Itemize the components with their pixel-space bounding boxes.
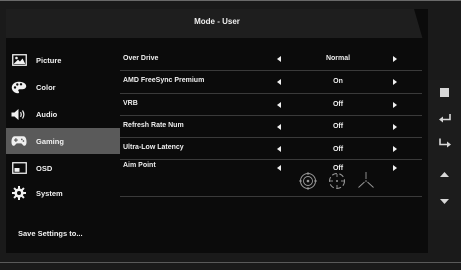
save-settings-button[interactable]: Save Settings to... [18, 229, 83, 238]
up-arrow-icon[interactable] [428, 164, 461, 184]
left-arrow-icon[interactable] [277, 124, 281, 130]
sidebar-item-gaming[interactable]: Gaming [6, 128, 120, 154]
setting-value: Normal [325, 55, 351, 62]
sidebar-item-label: System [36, 188, 63, 198]
setting-row-vrb[interactable]: VRB Off [123, 94, 423, 116]
setting-label: Ultra-Low Latency [123, 144, 184, 151]
left-arrow-icon[interactable] [277, 102, 281, 108]
setting-value: Off [332, 101, 344, 108]
setting-label: Refresh Rate Num [123, 122, 184, 129]
aim-point-styles [298, 171, 388, 191]
left-arrow-icon[interactable] [277, 146, 281, 152]
setting-value: Off [332, 123, 344, 130]
gamepad-icon [11, 134, 27, 148]
top-border [0, 0, 461, 1]
sidebar-item-label: Color [36, 82, 56, 92]
row-divider [120, 196, 422, 197]
sidebar-item-color[interactable]: Color [6, 74, 120, 100]
right-arrow-icon[interactable] [393, 124, 397, 130]
setting-row-over-drive[interactable]: Over Drive Normal [123, 49, 423, 71]
picture-icon [11, 53, 27, 67]
page-title: Mode - User [194, 17, 240, 26]
right-arrow-icon[interactable] [393, 102, 397, 108]
return-icon[interactable] [428, 108, 461, 128]
crosshair-circle-icon[interactable] [298, 171, 318, 196]
sidebar-item-label: Gaming [36, 136, 64, 146]
right-arrow-icon[interactable] [393, 146, 397, 152]
stop-square-icon[interactable] [428, 82, 461, 102]
setting-value: Off [332, 146, 344, 153]
setting-value: On [333, 78, 343, 85]
right-arrow-icon[interactable] [393, 165, 397, 171]
setting-row-refresh-rate-num[interactable]: Refresh Rate Num Off [123, 116, 423, 138]
left-arrow-icon[interactable] [277, 165, 281, 171]
sidebar-item-label: Audio [36, 109, 58, 119]
sidebar-item-system[interactable]: System [6, 180, 120, 206]
bottom-border [0, 262, 461, 263]
setting-label: AMD FreeSync Premium [123, 77, 205, 84]
crosshair-lines-icon[interactable] [356, 171, 376, 196]
sidebar-item-label: OSD [36, 163, 53, 173]
right-arrow-icon[interactable] [393, 56, 397, 62]
setting-label: Aim Point [123, 162, 156, 169]
crosshair-dashed-icon[interactable] [327, 171, 347, 196]
setting-label: Over Drive [123, 55, 159, 62]
enter-icon[interactable] [428, 133, 461, 153]
speaker-icon [11, 107, 27, 121]
right-arrow-icon[interactable] [393, 79, 397, 85]
osd-menu: Mode - User Picture Color Audio Gaming O… [6, 9, 428, 253]
setting-row-amd-freesync[interactable]: AMD FreeSync Premium On [123, 71, 423, 93]
setting-label: VRB [123, 100, 138, 107]
osd-icon [11, 161, 27, 175]
down-arrow-icon[interactable] [428, 191, 461, 211]
osd-header: Mode - User [6, 9, 428, 38]
sidebar-item-audio[interactable]: Audio [6, 101, 120, 127]
gear-icon [11, 186, 27, 200]
sidebar-item-label: Picture [36, 55, 62, 65]
sidebar: Picture Color Audio Gaming OSD System Sa… [6, 38, 120, 253]
left-arrow-icon[interactable] [277, 79, 281, 85]
sidebar-item-picture[interactable]: Picture [6, 47, 120, 73]
hotkey-panel [428, 80, 461, 220]
palette-icon [11, 80, 27, 94]
left-arrow-icon[interactable] [277, 56, 281, 62]
sidebar-item-osd[interactable]: OSD [6, 155, 120, 181]
